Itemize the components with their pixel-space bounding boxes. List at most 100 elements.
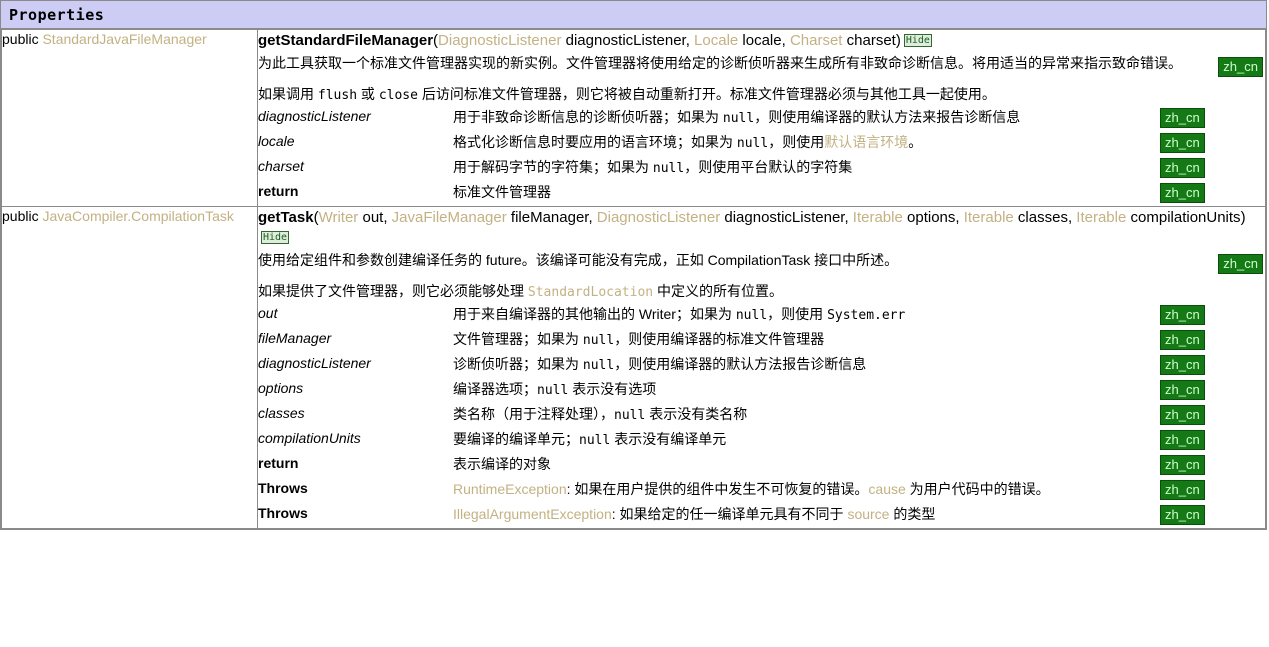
zh-cn-badge[interactable]: zh_cn: [1160, 133, 1205, 153]
parameter-badge-cell: zh_cn: [1160, 428, 1265, 453]
text-run: ，则使用平台默认的字符集: [684, 159, 853, 175]
text-run: 表示编译的对象: [453, 456, 551, 472]
code-literal: null: [736, 136, 769, 151]
type-link[interactable]: Charset: [790, 32, 843, 49]
parameter-row: diagnosticListener 用于非致命诊断信息的诊断侦听器；如果为 nu…: [258, 106, 1265, 131]
zh-cn-badge[interactable]: zh_cn: [1160, 330, 1205, 350]
text-run: ，则使用编译器的标准文件管理器: [614, 331, 825, 347]
parameter-row: diagnosticListener 诊断侦听器；如果为 null，则使用编译器的…: [258, 353, 1265, 378]
type-link[interactable]: Iterable: [1076, 209, 1126, 226]
type-link[interactable]: JavaFileManager: [392, 209, 507, 226]
return-type-link[interactable]: JavaCompiler.CompilationTask: [42, 208, 233, 224]
parameter-badge-cell: zh_cn: [1160, 156, 1265, 181]
code-literal: null: [722, 111, 755, 126]
text-run: 或: [357, 86, 379, 102]
text-run: options,: [902, 209, 964, 226]
zh-cn-badge[interactable]: zh_cn: [1218, 254, 1263, 274]
hide-toggle-badge[interactable]: Hide: [903, 34, 932, 47]
type-link[interactable]: IllegalArgumentException: [453, 506, 612, 522]
parameter-description: 文件管理器；如果为 null，则使用编译器的标准文件管理器: [453, 328, 1160, 353]
text-run: 表示没有编译单元: [610, 431, 727, 447]
code-literal: null: [582, 358, 615, 373]
text-run: ，则使用编译器的默认方法来报告诊断信息: [754, 109, 1021, 125]
type-link[interactable]: source: [847, 506, 889, 522]
properties-table: public StandardJavaFileManager getStandar…: [1, 29, 1266, 529]
text-run: 如果提供了文件管理器，则它必须能够处理: [258, 283, 528, 299]
type-link[interactable]: Iterable: [853, 209, 903, 226]
code-literal: null: [614, 408, 646, 423]
parameter-row: options 编译器选项；null 表示没有选项 zh_cn: [258, 378, 1265, 403]
parameter-badge-cell: zh_cn: [1160, 353, 1265, 378]
zh-cn-badge[interactable]: zh_cn: [1160, 480, 1205, 500]
zh-cn-badge[interactable]: zh_cn: [1160, 108, 1205, 128]
zh-cn-badge[interactable]: zh_cn: [1218, 57, 1263, 77]
parameter-name: diagnosticListener: [258, 108, 371, 124]
zh-cn-badge[interactable]: zh_cn: [1160, 455, 1205, 475]
zh-cn-badge[interactable]: zh_cn: [1160, 158, 1205, 178]
type-link[interactable]: Writer: [319, 209, 359, 226]
text-run: 用于非致命诊断信息的诊断侦听器；如果为: [453, 109, 723, 125]
parameter-name: Throws: [258, 505, 308, 521]
type-link[interactable]: 默认语言环境: [824, 134, 908, 150]
zh-cn-badge[interactable]: zh_cn: [1160, 405, 1205, 425]
parameter-row: out 用于来自编译器的其他输出的 Writer；如果为 null，则使用 Sys…: [258, 303, 1265, 328]
parameters-table: out 用于来自编译器的其他输出的 Writer；如果为 null，则使用 Sys…: [258, 303, 1265, 528]
hide-toggle-badge[interactable]: Hide: [261, 231, 290, 244]
text-run: : 如果给定的任一编译单元具有不同于: [611, 506, 848, 522]
text-run: 标准文件管理器: [453, 184, 551, 200]
parameter-name: charset: [258, 158, 304, 174]
parameter-description: 要编译的编译单元；null 表示没有编译单元: [453, 428, 1160, 453]
return-type-link[interactable]: StandardJavaFileManager: [42, 31, 206, 47]
parameter-description: 诊断侦听器；如果为 null，则使用编译器的默认方法报告诊断信息: [453, 353, 1160, 378]
text-run: 表示没有选项: [568, 381, 657, 397]
text-run: 文件管理器；如果为: [453, 331, 583, 347]
code-link[interactable]: StandardLocation: [528, 285, 653, 300]
parameter-badge-cell: zh_cn: [1160, 478, 1265, 503]
modifier-text: public: [2, 208, 43, 224]
description-paragraph: 使用给定组件和参数创建编译任务的 future。该编译可能没有完成，正如 Com…: [258, 250, 1265, 274]
panel-title: Properties: [1, 1, 1266, 29]
text-run: charset: [842, 32, 896, 49]
parameter-description: RuntimeException: 如果在用户提供的组件中发生不可恢复的错误。c…: [453, 478, 1160, 503]
text-run: out,: [358, 209, 392, 226]
code-literal: flush: [317, 88, 358, 103]
description-paragraph: 为此工具获取一个标准文件管理器实现的新实例。文件管理器将使用给定的诊断侦听器来生…: [258, 53, 1265, 77]
table-row: public JavaCompiler.CompilationTask getTa…: [1, 206, 1266, 529]
method-name: getTask: [258, 209, 314, 226]
type-link[interactable]: DiagnosticListener: [597, 209, 720, 226]
type-link[interactable]: RuntimeException: [453, 481, 567, 497]
parameter-name: fileManager: [258, 330, 332, 346]
parameter-row: Throws IllegalArgumentException: 如果给定的任一编…: [258, 503, 1265, 528]
description-paragraph: 如果提供了文件管理器，则它必须能够处理 StandardLocation 中定义…: [258, 281, 1265, 303]
type-link[interactable]: DiagnosticListener: [438, 32, 561, 49]
parameter-badge-cell: zh_cn: [1160, 303, 1265, 328]
parameter-name: return: [258, 455, 299, 471]
parameter-badge-cell: zh_cn: [1160, 106, 1265, 131]
text-run: ，则使用编译器的默认方法报告诊断信息: [614, 356, 867, 372]
zh-cn-badge[interactable]: zh_cn: [1160, 355, 1205, 375]
zh-cn-badge[interactable]: zh_cn: [1160, 183, 1205, 203]
method-signature-cell: public JavaCompiler.CompilationTask: [1, 206, 258, 529]
zh-cn-badge[interactable]: zh_cn: [1160, 430, 1205, 450]
zh-cn-badge[interactable]: zh_cn: [1160, 305, 1205, 325]
type-link[interactable]: Locale: [694, 32, 738, 49]
parameter-row: fileManager 文件管理器；如果为 null，则使用编译器的标准文件管理器…: [258, 328, 1265, 353]
code-literal: null: [735, 308, 768, 323]
parameter-row: classes 类名称（用于注释处理），null 表示没有类名称 zh_cn: [258, 403, 1265, 428]
text-run: compilationUnits: [1126, 209, 1241, 226]
text-run: 。: [908, 134, 923, 150]
parameter-name: classes: [258, 405, 305, 421]
type-link[interactable]: cause: [868, 481, 905, 497]
text-run: 编译器选项；: [453, 381, 537, 397]
zh-cn-badge[interactable]: zh_cn: [1160, 505, 1205, 525]
text-run: 类名称（用于注释处理），: [453, 406, 614, 422]
type-link[interactable]: Iterable: [964, 209, 1014, 226]
zh-cn-badge[interactable]: zh_cn: [1160, 380, 1205, 400]
properties-table-body: public StandardJavaFileManager getStandar…: [1, 29, 1266, 529]
text-run: 表示没有类名称: [645, 406, 748, 422]
parameter-name: locale: [258, 133, 295, 149]
parameter-description: 编译器选项；null 表示没有选项: [453, 378, 1160, 403]
close-paren: ): [895, 32, 901, 49]
parameter-badge-cell: zh_cn: [1160, 131, 1265, 156]
parameter-row: charset 用于解码字节的字符集；如果为 null，则使用平台默认的字符集 zh…: [258, 156, 1265, 181]
